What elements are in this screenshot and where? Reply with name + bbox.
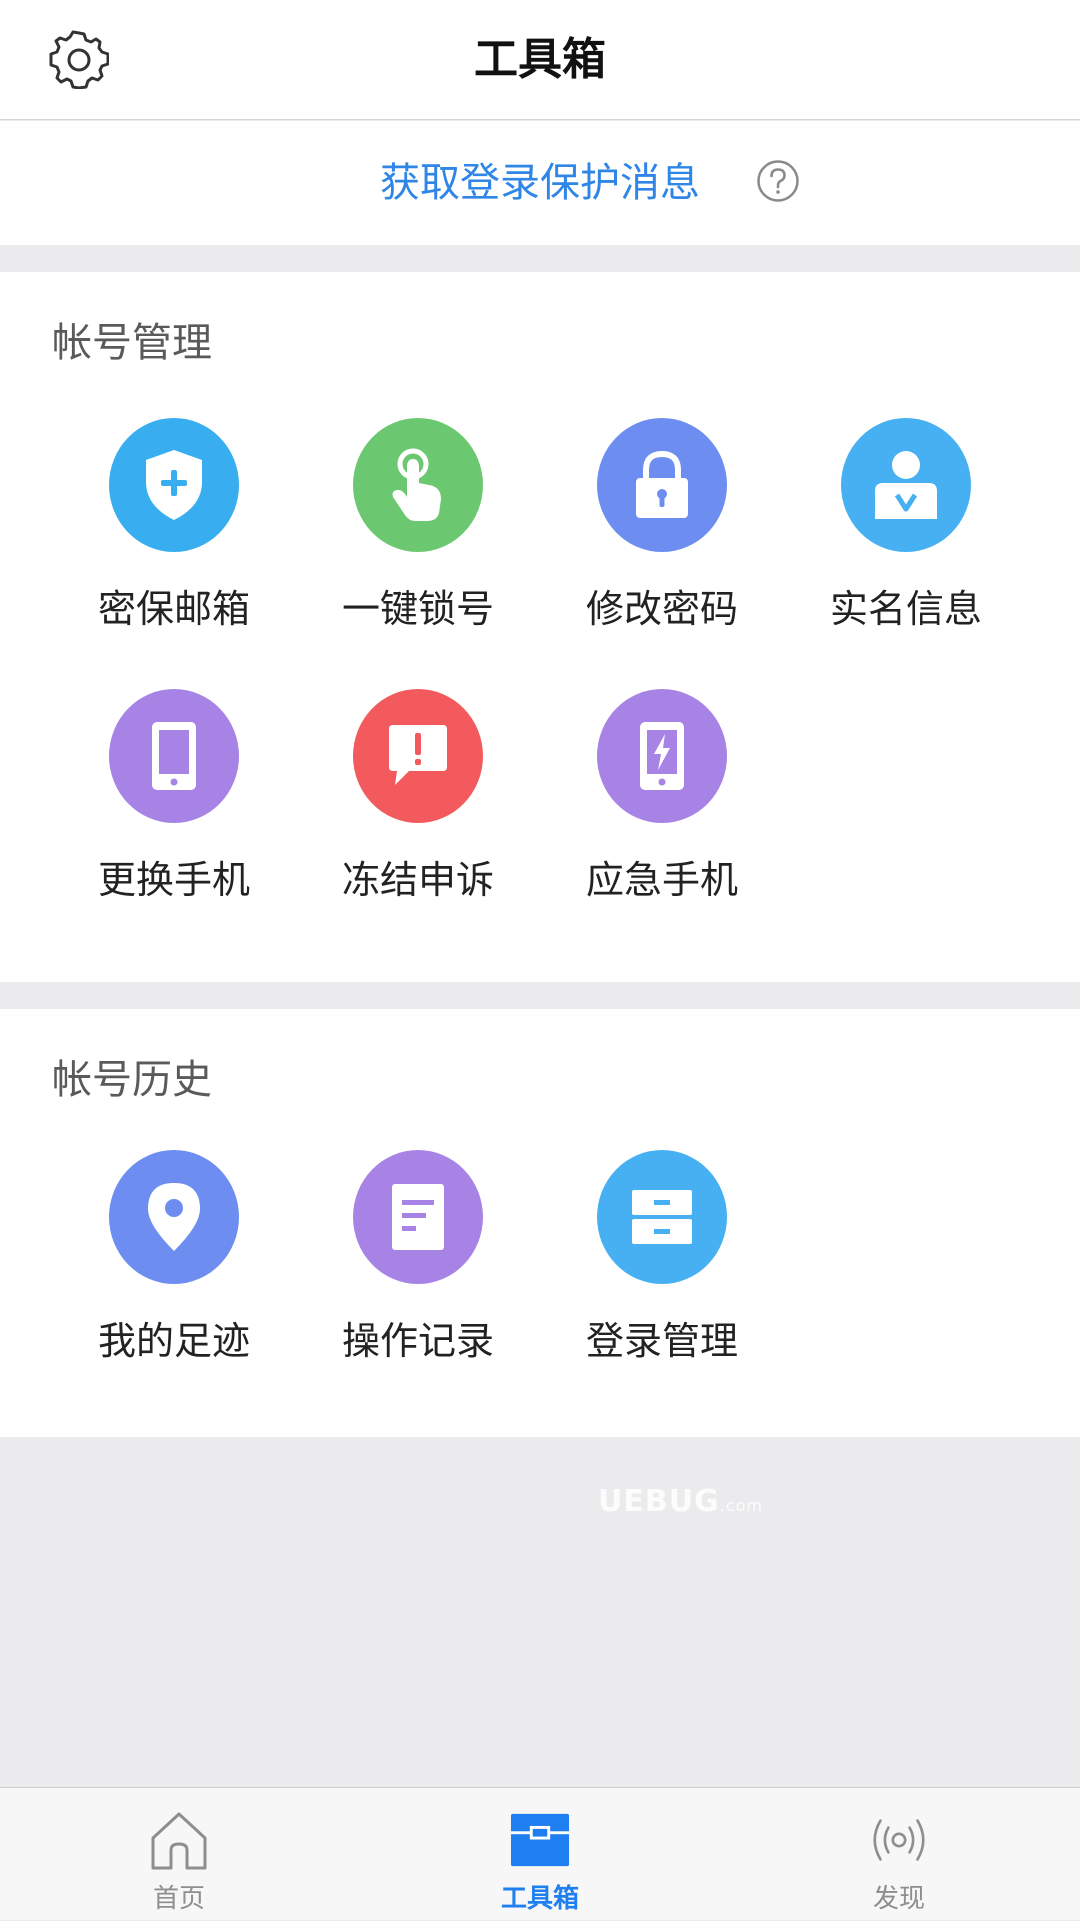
tool-label: 一键锁号 [341,587,494,631]
shield-plus-icon [146,450,202,520]
tool-label: 应急手机 [585,858,738,902]
toolbox-icon [510,1813,570,1867]
tool-real-name-info[interactable]: 实名信息 [784,418,1028,648]
padlock-icon [636,450,688,518]
watermark-text: UEBUG [598,1484,720,1519]
tool-label: 我的足迹 [97,1319,250,1363]
phone-lightning-icon [640,722,684,790]
tab-label: 工具箱 [500,1884,579,1914]
tool-icon-circle [109,689,239,823]
tool-freeze-appeal[interactable]: 冻结申诉 [296,689,540,919]
drawer-icon [632,1190,692,1244]
watermark-logo: UEBUG.com [598,1484,763,1519]
tab-icon-wrap [149,1810,209,1870]
tool-label: 操作记录 [341,1319,494,1363]
tool-label: 冻结申诉 [341,858,494,902]
tap-finger-icon [392,448,441,521]
tool-emergency-phone[interactable]: 应急手机 [540,689,784,919]
tab-label: 首页 [152,1884,205,1914]
tab-discover[interactable]: 发现 [799,1788,999,1921]
tool-icon-circle [353,689,483,823]
tool-label: 登录管理 [585,1319,738,1363]
page-title: 工具箱 [474,34,606,85]
gear-icon [49,30,109,89]
tool-operation-records[interactable]: 操作记录 [296,1150,540,1380]
tool-change-phone[interactable]: 更换手机 [52,689,296,919]
verified-user-icon [875,451,937,519]
tab-icon-wrap [869,1810,929,1870]
tool-label: 修改密码 [585,587,738,631]
login-protect-link[interactable]: 获取登录保护消息 [370,121,710,245]
tool-label: 更换手机 [97,858,250,902]
login-protect-bar: 获取登录保护消息 [0,121,1080,245]
tool-label: 密保邮箱 [97,587,250,631]
tool-icon-circle [597,1150,727,1284]
document-icon [392,1184,444,1250]
tool-my-footprints[interactable]: 我的足迹 [52,1150,296,1380]
tool-icon-circle [597,418,727,552]
tab-home[interactable]: 首页 [79,1788,279,1921]
tab-toolbox[interactable]: 工具箱 [440,1788,640,1921]
bottom-tab-bar: 首页 工具箱 发现 [0,1787,1080,1920]
phone-icon [152,722,196,790]
tab-label: 发现 [872,1884,925,1914]
tool-label: 实名信息 [829,587,982,631]
tab-icon-wrap [510,1810,570,1870]
header: 工具箱 [0,0,1080,120]
section-title-account: 帐号管理 [52,320,212,366]
tool-login-management[interactable]: 登录管理 [540,1150,784,1380]
section-title-history: 帐号历史 [52,1057,212,1103]
alert-bubble-icon [389,725,447,785]
tool-icon-circle [841,418,971,552]
help-button[interactable] [756,159,800,203]
tool-one-key-lock[interactable]: 一键锁号 [296,418,540,648]
watermark-suffix: .com [719,1496,763,1515]
account-management-section: 帐号管理 密保邮箱 一键锁号 修改密码 实名信息 更换手机 冻结申诉 应急手机 [0,272,1080,982]
account-history-section: 帐号历史 我的足迹 操作记录 登录管理 [0,1009,1080,1437]
tool-icon-circle [597,689,727,823]
tool-icon-circle [353,418,483,552]
tool-icon-circle [109,418,239,552]
tool-icon-circle [353,1150,483,1284]
settings-button[interactable] [46,26,112,92]
home-icon [151,1812,207,1870]
question-circle-icon [757,160,799,202]
tool-secure-email[interactable]: 密保邮箱 [52,418,296,648]
tool-change-password[interactable]: 修改密码 [540,418,784,648]
tool-icon-circle [109,1150,239,1284]
broadcast-icon [873,1819,925,1861]
location-pin-icon [148,1183,200,1251]
